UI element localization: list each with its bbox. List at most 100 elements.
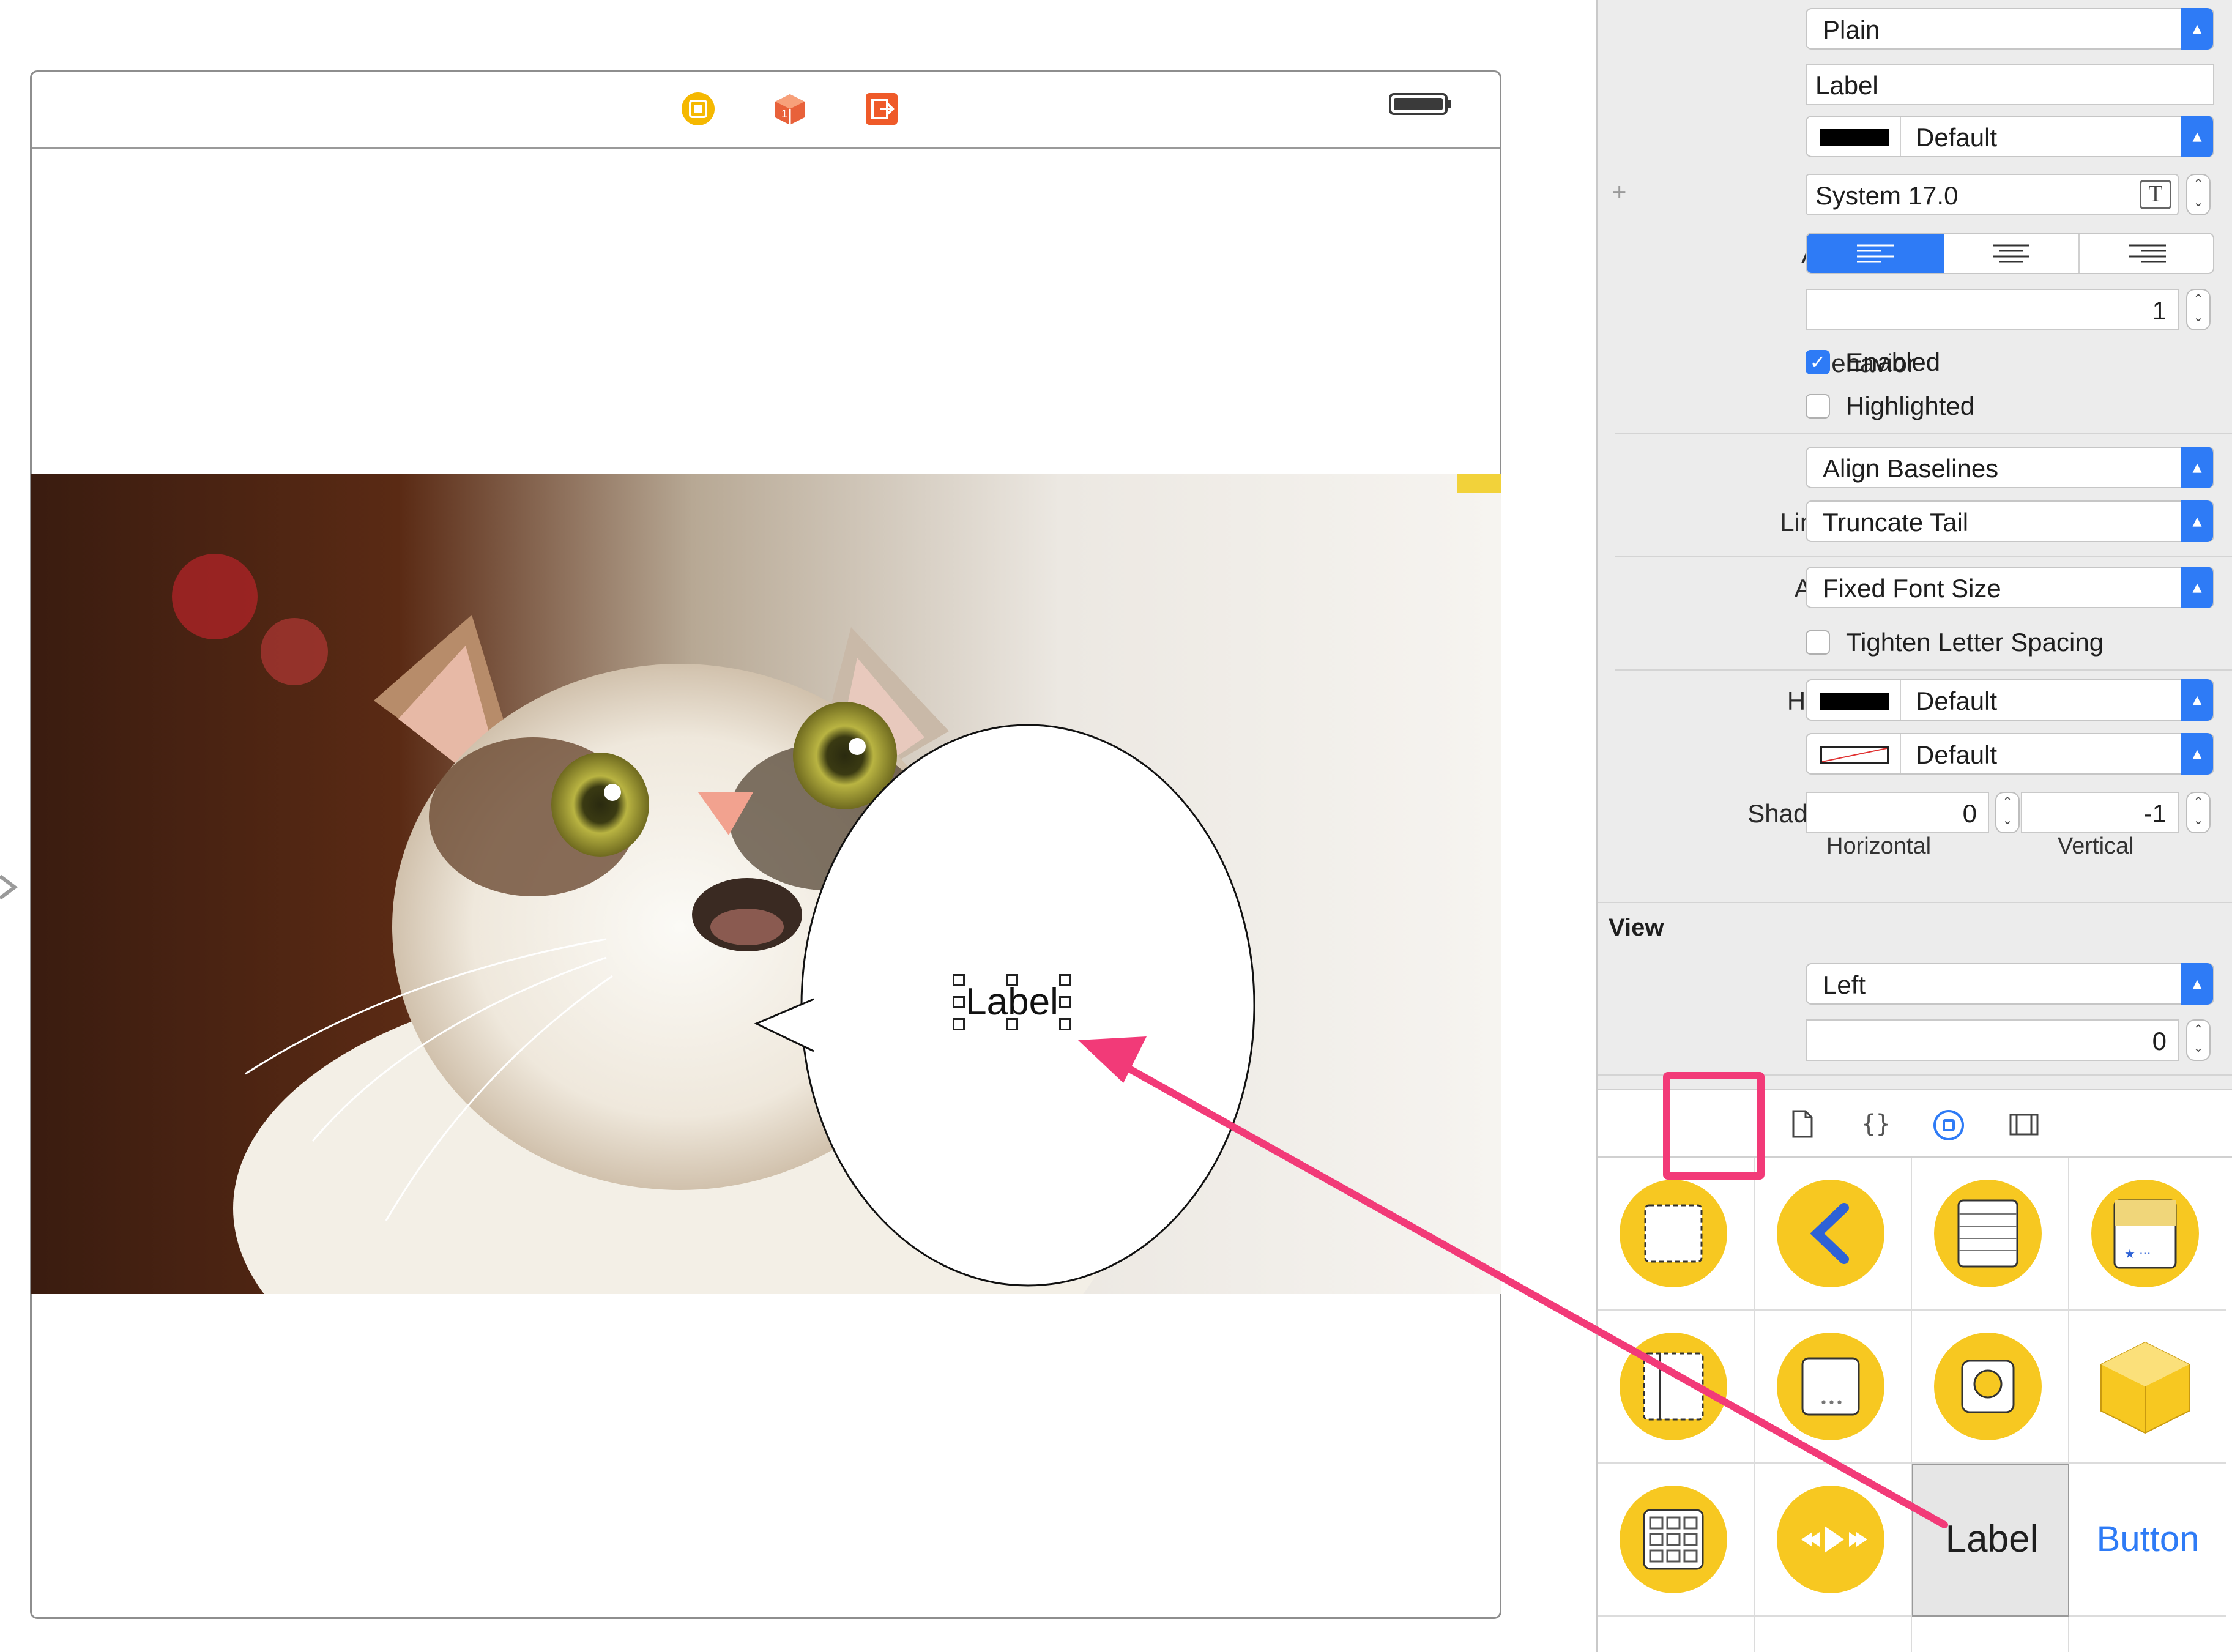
- chevron-updown-icon: ▴: [2181, 567, 2213, 608]
- tag-field[interactable]: 0: [1806, 1019, 2179, 1061]
- label-text-field[interactable]: Label: [1806, 64, 2214, 105]
- object-library-icon[interactable]: [1932, 1109, 1964, 1140]
- font-size-stepper[interactable]: ⌃ ⌄: [2186, 174, 2211, 215]
- lines-stepper[interactable]: ⌃ ⌄: [2186, 289, 2211, 330]
- text-type-popup[interactable]: Plain ▴: [1806, 8, 2214, 50]
- library-item-av-player-view-controller[interactable]: [1755, 1464, 1912, 1617]
- align-center-segment[interactable]: [1944, 234, 2080, 273]
- svg-text:1: 1: [781, 108, 787, 120]
- highlighted-color-swatch: [1820, 693, 1889, 710]
- align-left-segment[interactable]: [1807, 234, 1944, 273]
- baseline-value: Align Baselines: [1823, 454, 1999, 483]
- chevron-updown-icon: ▴: [2181, 8, 2213, 50]
- object-library-tab-highlight: [1663, 1072, 1765, 1180]
- autoshrink-popup[interactable]: Fixed Font Size ▴: [1806, 567, 2214, 608]
- shadow-offset-vertical-value: -1: [2143, 799, 2167, 828]
- svg-text:•••: •••: [1820, 1396, 1843, 1411]
- tab-bar-controller-icon: ★ ···: [2091, 1180, 2199, 1287]
- shadow-offset-vertical-field[interactable]: -1: [2021, 792, 2179, 833]
- line-breaks-popup[interactable]: Truncate Tail ▴: [1806, 500, 2214, 542]
- font-field[interactable]: System 17.0 T: [1806, 174, 2179, 215]
- view-controller-icon[interactable]: [681, 92, 715, 126]
- divider: [1598, 902, 2232, 903]
- resize-handle[interactable]: [1059, 1018, 1071, 1030]
- resize-handle[interactable]: [1006, 1018, 1018, 1030]
- highlighted-checkbox[interactable]: [1806, 394, 1830, 419]
- font-picker-icon[interactable]: T: [2140, 180, 2171, 209]
- library-item-object[interactable]: [2069, 1311, 2226, 1464]
- selected-label-text: Label: [965, 981, 1058, 1023]
- label-text-value: Label: [1815, 71, 1878, 100]
- highlighted-color-value: Default: [1916, 686, 1998, 715]
- chevron-updown-icon: ▴: [2181, 963, 2213, 1005]
- file-template-icon[interactable]: [1787, 1109, 1818, 1139]
- tighten-letter-spacing-label: Tighten Letter Spacing: [1846, 628, 2104, 657]
- chevron-updown-icon: ▴: [2181, 679, 2213, 721]
- alignment-segmented-control[interactable]: [1806, 233, 2214, 274]
- shadow-offset-horizontal-value: 0: [1962, 799, 1977, 828]
- align-right-segment[interactable]: [2080, 234, 2213, 273]
- highlighted-color-popup[interactable]: Default ▴: [1806, 679, 2214, 721]
- library-item-split-view-controller[interactable]: [1598, 1311, 1755, 1464]
- line-breaks-value: Truncate Tail: [1823, 508, 1969, 537]
- resize-handle[interactable]: [953, 1018, 965, 1030]
- navigation-back-chevron-icon: [1777, 1180, 1884, 1287]
- view-object-icon: [1620, 1180, 1727, 1287]
- media-player-controls-icon: [1777, 1486, 1884, 1593]
- scene-dock: 1: [32, 72, 1500, 149]
- library-item-tab-bar-controller[interactable]: ★ ···: [2069, 1158, 2226, 1311]
- mode-value: Left: [1823, 970, 1866, 999]
- shadow-vertical-stepper[interactable]: ⌃ ⌄: [2186, 792, 2211, 833]
- tighten-letter-spacing-checkbox[interactable]: [1806, 630, 1830, 655]
- add-variation-plus-icon[interactable]: +: [1612, 179, 1626, 206]
- vertical-caption: Vertical: [2058, 833, 2134, 859]
- split-view-icon: [1620, 1333, 1727, 1440]
- selected-label[interactable]: Label: [953, 974, 1071, 1030]
- chevron-updown-icon: ▴: [2181, 500, 2213, 542]
- exit-icon[interactable]: [865, 92, 899, 126]
- code-snippet-icon[interactable]: {}: [1861, 1109, 1891, 1139]
- lines-field[interactable]: 1: [1806, 289, 2179, 330]
- page-view-icon: •••: [1777, 1333, 1884, 1440]
- baseline-popup[interactable]: Align Baselines ▴: [1806, 447, 2214, 488]
- resize-handle[interactable]: [1059, 974, 1071, 986]
- svg-text:★ ···: ★ ···: [2124, 1246, 2151, 1261]
- library-item-view[interactable]: [1598, 1158, 1755, 1311]
- lines-value: 1: [2152, 296, 2167, 325]
- autoshrink-value: Fixed Font Size: [1823, 574, 2001, 603]
- table-view-icon: [1934, 1180, 2042, 1287]
- library-item-navigation-controller[interactable]: [1755, 1158, 1912, 1311]
- shadow-horizontal-stepper[interactable]: ⌃ ⌄: [1995, 792, 2020, 833]
- media-library-icon[interactable]: [2009, 1109, 2039, 1139]
- color-swatch: [1820, 129, 1889, 146]
- color-popup[interactable]: Default ▴: [1806, 116, 2214, 157]
- library-item-button[interactable]: Button: [2069, 1464, 2226, 1617]
- library-item-glkit-view-controller[interactable]: [1912, 1311, 2069, 1464]
- attributes-inspector: Text Plain ▴ Label Color Default ▴ + Fon…: [1598, 0, 2232, 1089]
- resize-handle[interactable]: [1059, 996, 1071, 1008]
- font-value: System 17.0: [1815, 181, 1959, 210]
- library-item-label[interactable]: Label: [1912, 1464, 2069, 1617]
- shadow-offset-horizontal-field[interactable]: 0: [1806, 792, 1989, 833]
- enabled-label: Enabled: [1846, 348, 1941, 376]
- library-item-page-view-controller[interactable]: •••: [1755, 1311, 1912, 1464]
- chevron-updown-icon: ▴: [2181, 116, 2213, 157]
- tag-stepper[interactable]: ⌃ ⌄: [2186, 1019, 2211, 1061]
- first-responder-cube-icon[interactable]: 1: [773, 92, 807, 126]
- library-row-partial: [1912, 1617, 2069, 1652]
- view-section-header: View: [1609, 914, 1664, 941]
- color-value: Default: [1916, 123, 1998, 152]
- library-row-partial: [1598, 1617, 1755, 1652]
- enabled-checkbox[interactable]: ✓: [1806, 350, 1830, 374]
- resize-handle[interactable]: [953, 974, 965, 986]
- chevron-updown-icon: ▴: [2181, 447, 2213, 488]
- mode-popup[interactable]: Left ▴: [1806, 963, 2214, 1005]
- resize-handle[interactable]: [953, 996, 965, 1008]
- library-item-table-view-controller[interactable]: [1912, 1158, 2069, 1311]
- resize-handle[interactable]: [1006, 974, 1018, 986]
- library-item-collection-view-controller[interactable]: [1598, 1464, 1755, 1617]
- shadow-color-popup[interactable]: Default ▴: [1806, 733, 2214, 775]
- object-circle-icon: [1934, 1333, 2042, 1440]
- highlighted-checkbox-label: Highlighted: [1846, 392, 1975, 420]
- text-type-value: Plain: [1823, 15, 1880, 44]
